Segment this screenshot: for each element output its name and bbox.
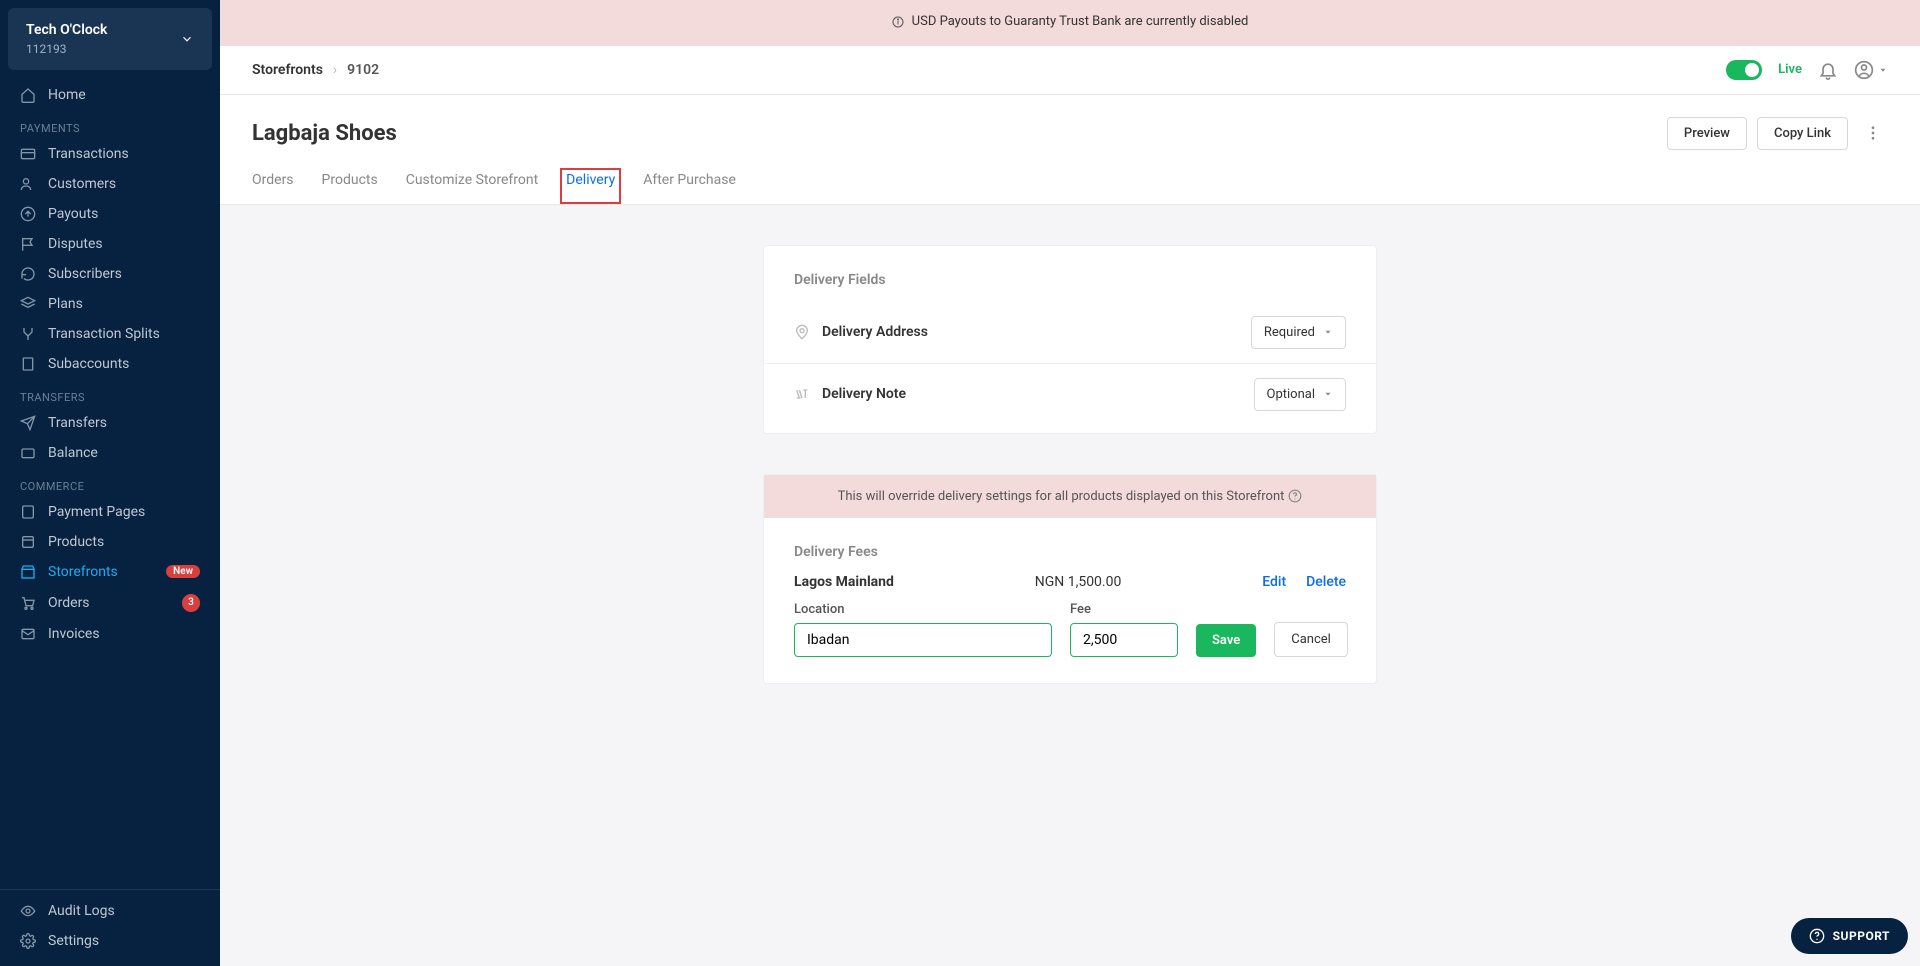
copy-link-button[interactable]: Copy Link xyxy=(1757,117,1848,150)
user-menu[interactable] xyxy=(1854,60,1888,80)
sidebar-item-customers[interactable]: Customers xyxy=(0,169,220,199)
sidebar-item-disputes[interactable]: Disputes xyxy=(0,229,220,259)
save-button[interactable]: Save xyxy=(1196,624,1256,657)
fee-location-name: Lagos Mainland xyxy=(794,574,894,590)
location-input[interactable] xyxy=(794,623,1052,657)
delete-link[interactable]: Delete xyxy=(1306,574,1346,590)
caret-down-icon xyxy=(1323,389,1333,399)
section-payments: PAYMENTS xyxy=(0,110,220,139)
sidebar-item-payment-pages[interactable]: Payment Pages xyxy=(0,497,220,527)
breadcrumb-root[interactable]: Storefronts xyxy=(252,62,323,78)
section-commerce: COMMERCE xyxy=(0,468,220,497)
arrow-up-icon xyxy=(20,206,36,222)
sidebar-item-storefronts[interactable]: StorefrontsNew xyxy=(0,557,220,587)
tab-orders[interactable]: Orders xyxy=(252,172,294,204)
eye-icon xyxy=(20,903,36,919)
preview-button[interactable]: Preview xyxy=(1667,117,1747,150)
bell-icon[interactable] xyxy=(1818,60,1838,80)
sidebar: Tech O'Clock 112193 Home PAYMENTS Transa… xyxy=(0,0,220,966)
count-badge: 3 xyxy=(182,594,200,612)
users-icon xyxy=(20,176,36,192)
delivery-fees-card: This will override delivery settings for… xyxy=(763,474,1377,684)
send-icon xyxy=(20,415,36,431)
info-icon xyxy=(892,16,904,28)
help-icon[interactable] xyxy=(1288,489,1302,503)
text-icon xyxy=(794,386,810,402)
sidebar-item-payouts[interactable]: Payouts xyxy=(0,199,220,229)
sidebar-item-transactions[interactable]: Transactions xyxy=(0,139,220,169)
tabs: Orders Products Customize Storefront Del… xyxy=(220,150,1920,205)
banner-text: USD Payouts to Guaranty Trust Bank are c… xyxy=(912,14,1249,29)
split-icon xyxy=(20,326,36,342)
delivery-address-label: Delivery Address xyxy=(822,324,928,340)
page-title: Lagbaja Shoes xyxy=(252,121,397,146)
delivery-note-dropdown[interactable]: Optional xyxy=(1254,378,1346,411)
box-icon xyxy=(20,534,36,550)
org-switcher[interactable]: Tech O'Clock 112193 xyxy=(8,8,212,70)
wallet-icon xyxy=(20,445,36,461)
card-icon xyxy=(20,146,36,162)
page-icon xyxy=(20,504,36,520)
delivery-address-dropdown[interactable]: Required xyxy=(1251,316,1346,349)
sidebar-item-settings[interactable]: Settings xyxy=(0,926,220,956)
cancel-button[interactable]: Cancel xyxy=(1274,622,1348,657)
sidebar-item-transfers[interactable]: Transfers xyxy=(0,408,220,438)
sidebar-item-subscribers[interactable]: Subscribers xyxy=(0,259,220,289)
sidebar-item-products[interactable]: Products xyxy=(0,527,220,557)
org-id: 112193 xyxy=(26,42,107,56)
caret-down-icon xyxy=(1323,327,1333,337)
fee-amount: NGN 1,500.00 xyxy=(1035,574,1122,590)
card-title: Delivery Fields xyxy=(764,246,1376,302)
tab-after-purchase[interactable]: After Purchase xyxy=(643,172,736,204)
new-badge: New xyxy=(166,565,200,578)
sidebar-item-home[interactable]: Home xyxy=(0,80,220,110)
sidebar-item-balance[interactable]: Balance xyxy=(0,438,220,468)
sidebar-item-subaccounts[interactable]: Subaccounts xyxy=(0,349,220,379)
more-icon[interactable] xyxy=(1858,124,1888,142)
breadcrumb-current: 9102 xyxy=(347,62,379,78)
fee-input[interactable] xyxy=(1070,623,1178,657)
stack-icon xyxy=(20,296,36,312)
delivery-note-label: Delivery Note xyxy=(822,386,906,402)
location-label: Location xyxy=(794,602,1052,617)
breadcrumb: Storefronts › 9102 xyxy=(252,62,379,78)
chevron-down-icon xyxy=(180,32,194,46)
tab-customize-storefront[interactable]: Customize Storefront xyxy=(406,172,538,204)
sidebar-item-invoices[interactable]: Invoices xyxy=(0,619,220,649)
cart-icon xyxy=(20,595,36,611)
sidebar-item-plans[interactable]: Plans xyxy=(0,289,220,319)
sidebar-item-orders[interactable]: Orders3 xyxy=(0,587,220,619)
main: USD Payouts to Guaranty Trust Bank are c… xyxy=(220,0,1920,966)
topbar: Storefronts › 9102 Live xyxy=(220,46,1920,95)
support-button[interactable]: SUPPORT xyxy=(1791,918,1908,954)
mail-icon xyxy=(20,626,36,642)
tab-delivery[interactable]: Delivery xyxy=(560,168,621,204)
fee-label: Fee xyxy=(1070,602,1178,617)
book-icon xyxy=(20,356,36,372)
sidebar-item-transaction-splits[interactable]: Transaction Splits xyxy=(0,319,220,349)
flag-icon xyxy=(20,236,36,252)
storefront-icon xyxy=(20,564,36,580)
card-title: Delivery Fees xyxy=(764,518,1376,574)
chevron-right-icon: › xyxy=(333,62,337,78)
section-transfers: TRANSFERS xyxy=(0,379,220,408)
override-warning: This will override delivery settings for… xyxy=(764,475,1376,518)
refresh-icon xyxy=(20,266,36,282)
sidebar-item-audit-logs[interactable]: Audit Logs xyxy=(0,896,220,926)
live-toggle[interactable] xyxy=(1726,60,1762,80)
org-name: Tech O'Clock xyxy=(26,22,107,39)
edit-link[interactable]: Edit xyxy=(1262,574,1286,590)
live-label: Live xyxy=(1778,62,1802,77)
help-circle-icon xyxy=(1809,928,1825,944)
home-icon xyxy=(20,87,36,103)
tab-products[interactable]: Products xyxy=(322,172,378,204)
top-banner: USD Payouts to Guaranty Trust Bank are c… xyxy=(220,0,1920,46)
pin-icon xyxy=(794,324,810,340)
delivery-fields-card: Delivery Fields Delivery Address Require… xyxy=(763,245,1377,434)
gear-icon xyxy=(20,933,36,949)
